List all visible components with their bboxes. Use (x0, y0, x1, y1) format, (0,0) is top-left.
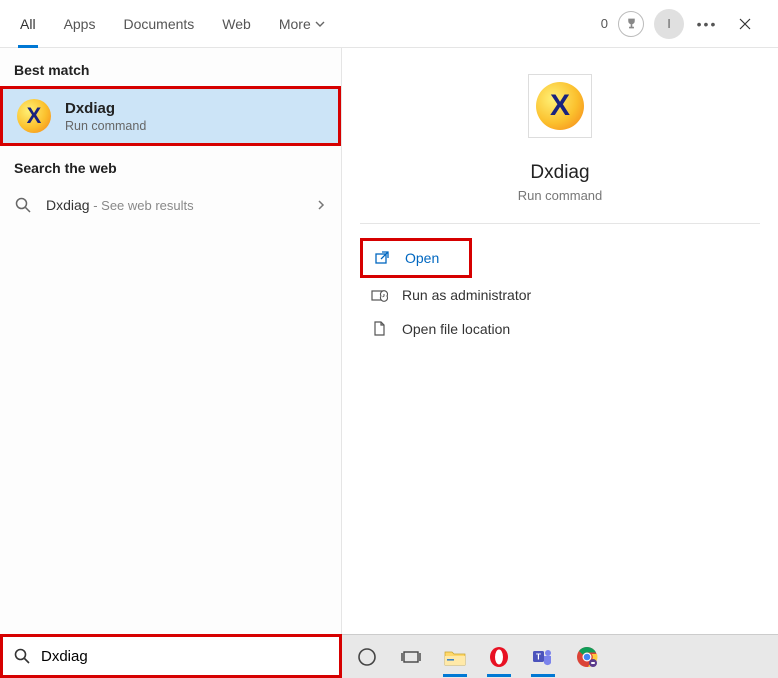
search-icon (14, 196, 32, 214)
tab-more[interactable]: More (267, 0, 337, 47)
svg-text:T: T (536, 652, 541, 661)
teams-icon[interactable]: T (528, 642, 558, 672)
rewards-points: 0 (601, 16, 608, 31)
tab-all[interactable]: All (8, 0, 48, 47)
search-web-label: Search the web (0, 146, 341, 184)
open-icon (373, 249, 391, 267)
detail-title: Dxdiag (530, 162, 589, 184)
dxdiag-icon: X (536, 82, 584, 130)
detail-subtitle: Run command (518, 188, 603, 203)
file-location-icon (370, 320, 388, 338)
best-match-label: Best match (0, 48, 341, 86)
search-icon (13, 647, 31, 665)
chevron-right-icon (315, 199, 327, 211)
tab-documents[interactable]: Documents (111, 0, 206, 47)
dxdiag-icon: X (17, 99, 51, 133)
taskbar: T (342, 634, 778, 678)
search-box[interactable] (0, 634, 342, 678)
web-result-text: Dxdiag - See web results (46, 197, 301, 213)
more-options-icon[interactable]: ••• (694, 16, 720, 32)
filter-tabs: All Apps Documents Web More (8, 0, 337, 47)
result-title: Dxdiag (65, 100, 146, 117)
run-as-admin-action[interactable]: Run as administrator (360, 278, 760, 312)
search-input[interactable] (41, 648, 329, 665)
web-search-result[interactable]: Dxdiag - See web results (0, 184, 341, 226)
detail-app-icon-frame: X (528, 74, 592, 138)
close-button[interactable] (730, 9, 760, 39)
details-panel: X Dxdiag Run command Open Run as adminis… (342, 48, 778, 678)
open-file-location-action[interactable]: Open file location (360, 312, 760, 346)
admin-icon (370, 286, 388, 304)
open-action[interactable]: Open (363, 241, 449, 275)
best-match-result[interactable]: X Dxdiag Run command (3, 89, 338, 143)
result-subtitle: Run command (65, 119, 146, 133)
results-panel: Best match X Dxdiag Run command Search t… (0, 48, 342, 678)
rewards-icon[interactable] (618, 11, 644, 37)
tab-apps[interactable]: Apps (52, 0, 108, 47)
tab-web[interactable]: Web (210, 0, 263, 47)
cortana-icon[interactable] (352, 642, 382, 672)
header-bar: All Apps Documents Web More 0 I ••• (0, 0, 778, 48)
task-view-icon[interactable] (396, 642, 426, 672)
file-explorer-icon[interactable] (440, 642, 470, 672)
user-avatar[interactable]: I (654, 9, 684, 39)
chrome-icon[interactable] (572, 642, 602, 672)
close-icon (738, 17, 752, 31)
chevron-down-icon (315, 19, 325, 29)
opera-icon[interactable] (484, 642, 514, 672)
